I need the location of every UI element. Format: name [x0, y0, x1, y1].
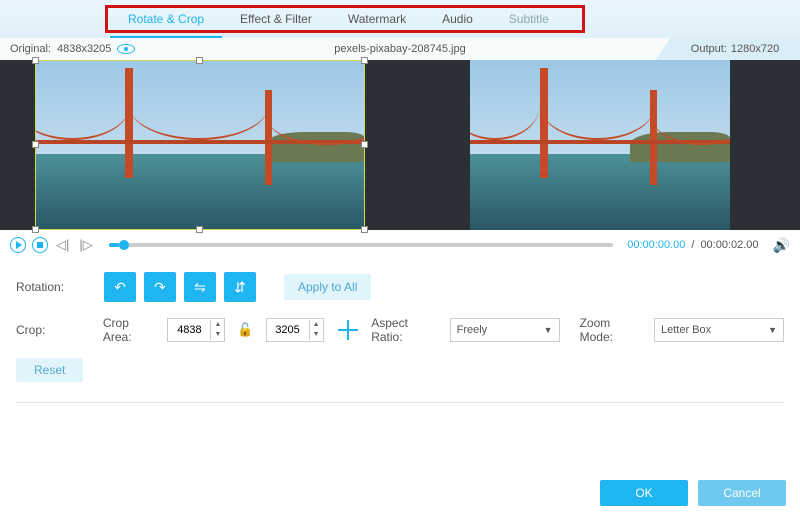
- crop-label: Crop:: [16, 323, 95, 337]
- height-down[interactable]: ▼: [310, 330, 323, 340]
- rotate-left-button[interactable]: ↶: [104, 272, 136, 302]
- cancel-button[interactable]: Cancel: [698, 480, 786, 506]
- tab-subtitle[interactable]: Subtitle: [491, 0, 567, 38]
- stop-icon: [37, 242, 43, 248]
- lock-aspect-icon[interactable]: 🔓: [233, 322, 257, 338]
- playback-bar: ◁| |▷ 00:00:00.00 / 00:00:02.00 🔊: [0, 230, 800, 260]
- dialog-footer: OK Cancel: [600, 480, 786, 506]
- output-dimensions: 1280x720: [731, 43, 779, 55]
- crop-width-field[interactable]: [168, 324, 210, 336]
- tab-watermark[interactable]: Watermark: [330, 0, 424, 38]
- crop-frame[interactable]: [35, 60, 365, 230]
- output-preview-pane: [400, 60, 800, 230]
- prev-frame-button[interactable]: ◁|: [54, 237, 71, 253]
- separator: [16, 402, 784, 403]
- crop-area-label: Crop Area:: [103, 316, 160, 344]
- tab-rotate-crop[interactable]: Rotate & Crop: [110, 0, 222, 38]
- ok-button[interactable]: OK: [600, 480, 688, 506]
- controls-panel: Rotation: ↶ ↷ ⇋ ⇵ Apply to All Crop: Cro…: [0, 260, 800, 409]
- chevron-down-icon: ▼: [768, 325, 777, 335]
- flip-vertical-button[interactable]: ⇵: [224, 272, 256, 302]
- time-separator: /: [691, 239, 694, 251]
- output-info: Output: 1280x720: [670, 38, 800, 60]
- original-preview-pane[interactable]: [0, 60, 400, 230]
- stop-button[interactable]: [32, 237, 48, 253]
- rotate-right-button[interactable]: ↷: [144, 272, 176, 302]
- play-icon: [16, 241, 22, 249]
- zoom-mode-select[interactable]: Letter Box ▼: [654, 318, 784, 342]
- width-up[interactable]: ▲: [211, 320, 224, 330]
- editor-tabs: Rotate & Crop Effect & Filter Watermark …: [0, 0, 800, 38]
- center-crop-icon[interactable]: [338, 320, 358, 340]
- crop-width-input[interactable]: ▲▼: [167, 318, 225, 342]
- original-label: Original:: [10, 43, 51, 55]
- zoom-mode-value: Letter Box: [661, 324, 711, 336]
- aspect-ratio-value: Freely: [457, 324, 488, 336]
- crop-height-input[interactable]: ▲▼: [266, 318, 324, 342]
- seek-thumb[interactable]: [119, 240, 129, 250]
- width-down[interactable]: ▼: [211, 330, 224, 340]
- total-time: 00:00:02.00: [700, 239, 758, 251]
- seek-slider[interactable]: [109, 243, 614, 247]
- volume-icon[interactable]: 🔊: [773, 237, 790, 254]
- reset-button[interactable]: Reset: [16, 358, 83, 382]
- eye-icon[interactable]: [117, 44, 135, 54]
- aspect-ratio-label: Aspect Ratio:: [371, 316, 441, 344]
- filename: pexels-pixabay-208745.jpg: [334, 43, 465, 55]
- preview-area: [0, 60, 800, 230]
- flip-horizontal-button[interactable]: ⇋: [184, 272, 216, 302]
- height-up[interactable]: ▲: [310, 320, 323, 330]
- next-frame-button[interactable]: |▷: [77, 237, 94, 253]
- original-dimensions: 4838x3205: [57, 43, 111, 55]
- output-image: [470, 60, 730, 230]
- crop-height-field[interactable]: [267, 324, 309, 336]
- play-button[interactable]: [10, 237, 26, 253]
- output-label: Output:: [691, 43, 727, 55]
- chevron-down-icon: ▼: [544, 325, 553, 335]
- apply-to-all-button[interactable]: Apply to All: [284, 274, 371, 300]
- tab-audio[interactable]: Audio: [424, 0, 491, 38]
- zoom-mode-label: Zoom Mode:: [580, 316, 646, 344]
- file-info-bar: Original: 4838x3205 pexels-pixabay-20874…: [0, 38, 800, 60]
- tab-effect-filter[interactable]: Effect & Filter: [222, 0, 330, 38]
- aspect-ratio-select[interactable]: Freely ▼: [450, 318, 560, 342]
- current-time: 00:00:00.00: [627, 239, 685, 251]
- rotation-label: Rotation:: [16, 280, 96, 294]
